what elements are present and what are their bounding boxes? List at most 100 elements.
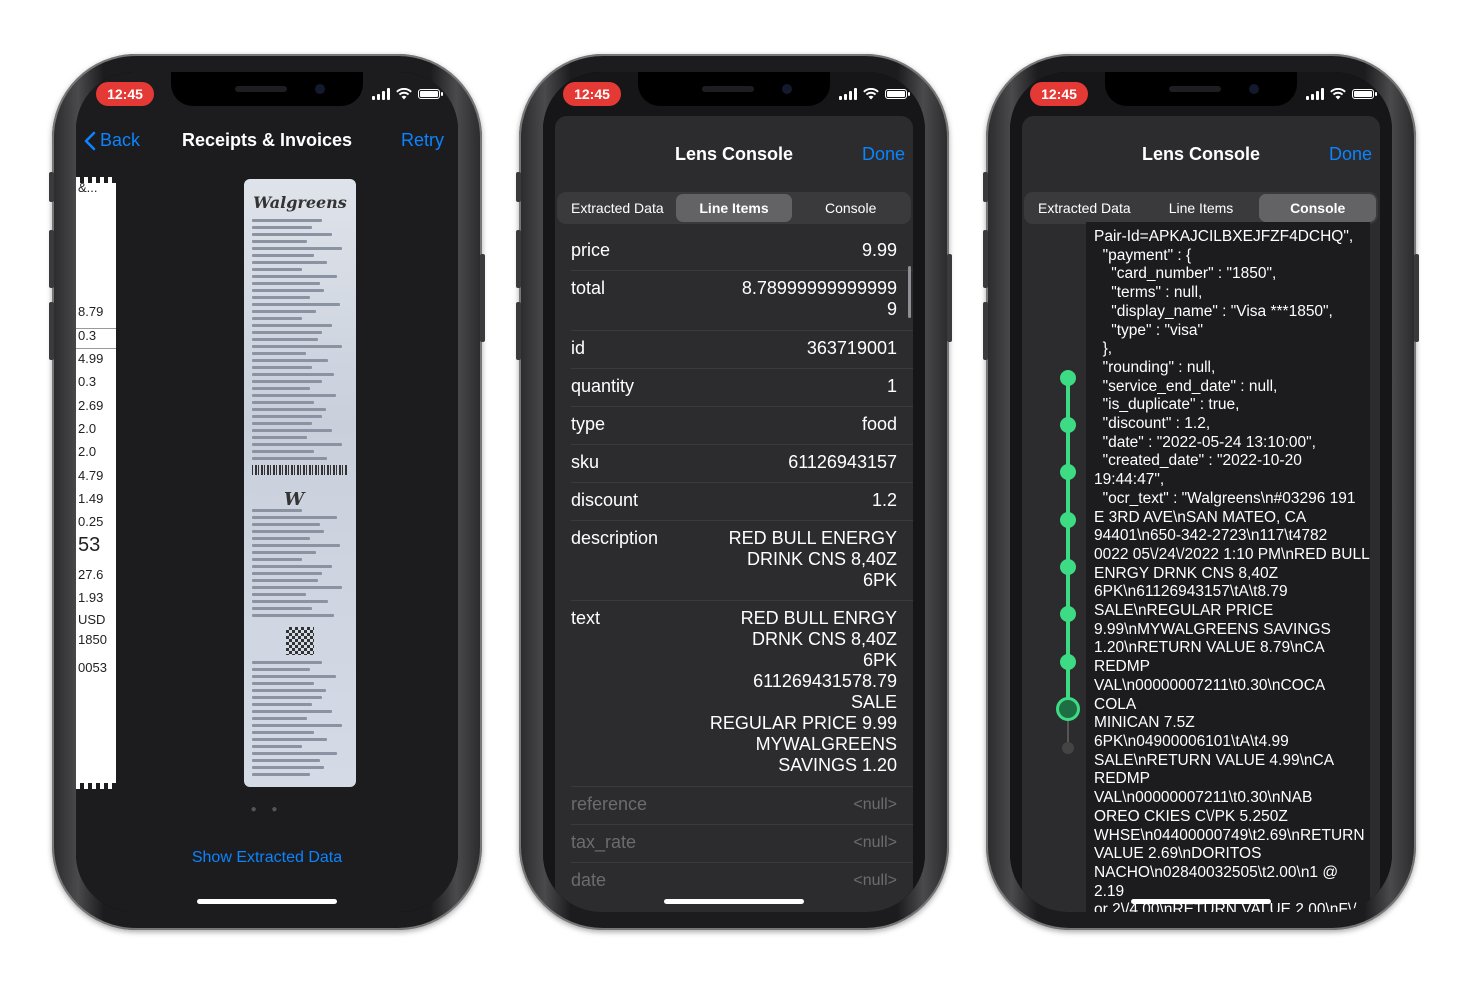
row-divider — [571, 600, 913, 601]
receipt-strip-value: 1.93 — [78, 590, 104, 605]
receipt-text-line — [252, 766, 324, 769]
console-log-text[interactable]: Pair-Id=APKAJCILBXEJFZF4DCHQ", "payment"… — [1086, 222, 1370, 912]
screen: 12:45 Lens Console Done Extracted Data L… — [1010, 72, 1392, 912]
row-divider — [571, 406, 913, 407]
line-item-row[interactable]: id 363719001 — [571, 338, 897, 359]
status-time: 12:45 — [96, 82, 154, 106]
line-item-row[interactable]: reference <null> — [571, 794, 897, 815]
done-button[interactable]: Done — [862, 144, 905, 165]
line-item-row[interactable]: tax_rate <null> — [571, 832, 897, 853]
tab-line-items[interactable]: Line Items — [675, 194, 793, 222]
receipt-text-line — [252, 607, 312, 610]
receipt-strip-value: 53 — [78, 534, 101, 556]
line-item-value: <null> — [853, 796, 897, 813]
done-button[interactable]: Done — [1329, 144, 1372, 165]
retry-button[interactable]: Retry — [401, 130, 444, 151]
cellular-signal-icon — [839, 88, 857, 100]
tab-console[interactable]: Console — [1259, 194, 1377, 222]
qr-code — [286, 627, 314, 655]
row-divider — [571, 444, 913, 445]
receipt-text-line — [252, 689, 326, 692]
receipt-text-line — [252, 457, 327, 460]
tab-console[interactable]: Console — [792, 194, 909, 222]
notch — [171, 72, 363, 106]
row-divider — [571, 862, 913, 863]
receipt-text-line — [252, 675, 336, 678]
lens-console-sheet: Lens Console Done Extracted Data Line It… — [1022, 116, 1380, 912]
line-item-row[interactable]: discount 1.2 — [571, 490, 897, 511]
receipt-text-line — [252, 614, 334, 617]
receipt-text-line — [252, 773, 310, 776]
scroll-indicator[interactable] — [908, 266, 911, 318]
line-item-value: 8.78999999999999 9 — [741, 278, 897, 319]
line-item-key: reference — [571, 794, 648, 814]
receipt-text-line — [252, 752, 337, 755]
timeline-dot[interactable] — [1060, 464, 1076, 480]
timeline-dot[interactable] — [1060, 370, 1076, 386]
receipt-text-line — [252, 516, 337, 519]
timeline-dot-selected[interactable] — [1056, 697, 1080, 721]
line-item-key: date — [571, 870, 607, 890]
timeline-dot[interactable] — [1060, 654, 1076, 670]
line-item-row[interactable]: date <null> — [571, 870, 897, 891]
page-indicator[interactable]: ● ● — [76, 804, 458, 815]
receipt-text-line — [252, 682, 314, 685]
show-extracted-data-button[interactable]: Show Extracted Data — [76, 849, 458, 867]
navigation-bar: Back Receipts & Invoices Retry — [76, 124, 458, 160]
list-row-partial — [571, 228, 897, 230]
side-button — [49, 172, 54, 202]
line-item-row[interactable]: text RED BULL ENRGY DRNK CNS 8,40Z 6PK 61… — [571, 608, 897, 776]
receipt-text-line — [252, 731, 314, 734]
receipt-text-line — [252, 240, 307, 243]
receipt-text-line — [252, 310, 316, 313]
previous-receipt-page[interactable]: &... 8.79 0.3 4.99 0.3 2.69 2.0 2.0 4.79 1.49 0.25… — [76, 177, 116, 789]
receipt-strip-value: 27.6 — [78, 567, 104, 582]
segmented-control: Extracted Data Line Items Console — [1024, 192, 1378, 224]
line-item-value: RED BULL ENRGY DRNK CNS 8,40Z 6PK 611269… — [709, 608, 897, 775]
receipt-text-line — [252, 436, 307, 439]
receipt-text-line — [252, 366, 312, 369]
line-item-row[interactable]: total 8.78999999999999 9 — [571, 278, 897, 320]
receipt-text-line — [252, 429, 332, 432]
timeline-dot[interactable] — [1060, 606, 1076, 622]
barcode — [252, 465, 348, 475]
receipt-strip-value: 0.3 — [78, 328, 97, 343]
segmented-control: Extracted Data Line Items Console — [557, 192, 911, 224]
tab-extracted-data[interactable]: Extracted Data — [1026, 194, 1143, 222]
receipt-text-line — [252, 303, 340, 306]
line-item-key: type — [571, 414, 606, 434]
receipt-text-line — [252, 261, 327, 264]
receipt-text-line — [252, 450, 314, 453]
receipt-text-line — [252, 593, 306, 596]
receipt-text-line — [252, 380, 322, 383]
timeline-dot-pending[interactable] — [1062, 742, 1074, 754]
tab-extracted-data[interactable]: Extracted Data — [559, 194, 676, 222]
receipt-strip-value: 2.0 — [78, 421, 97, 436]
timeline-dot[interactable] — [1060, 417, 1076, 433]
line-item-list[interactable]: price 9.99 total 8.78999999999999 9 id 363719… — [555, 228, 913, 912]
receipt-text-line — [252, 254, 314, 257]
line-item-row[interactable]: sku 61126943157 — [571, 452, 897, 473]
receipt-text-line — [252, 394, 336, 397]
line-item-row[interactable]: quantity 1 — [571, 376, 897, 397]
screen: 12:45 Back Receipts & Invoices Retry &..… — [76, 72, 458, 912]
receipt-text-line — [252, 408, 326, 411]
receipt-strip-value: 2.69 — [78, 398, 104, 413]
receipt-text-line — [252, 703, 312, 706]
receipt-text-line — [252, 523, 320, 526]
battery-icon — [1352, 89, 1377, 99]
receipt-text-line — [252, 331, 322, 334]
timeline-dot[interactable] — [1060, 512, 1076, 528]
receipt-text-line — [252, 717, 307, 720]
notch — [1105, 72, 1297, 106]
battery-icon — [885, 89, 910, 99]
receipt-image[interactable]: Walgreens W — [244, 179, 356, 787]
notch — [638, 72, 830, 106]
line-item-row[interactable]: type food — [571, 414, 897, 435]
line-item-row[interactable]: price 9.99 — [571, 240, 897, 261]
line-item-row[interactable]: description RED BULL ENERGY DRINK CNS 8,4… — [571, 528, 897, 591]
line-item-value: RED BULL ENERGY DRINK CNS 8,40Z 6PK — [728, 528, 897, 590]
timeline-dot[interactable] — [1060, 559, 1076, 575]
receipt-text-line — [252, 219, 322, 222]
tab-line-items[interactable]: Line Items — [1143, 194, 1260, 222]
